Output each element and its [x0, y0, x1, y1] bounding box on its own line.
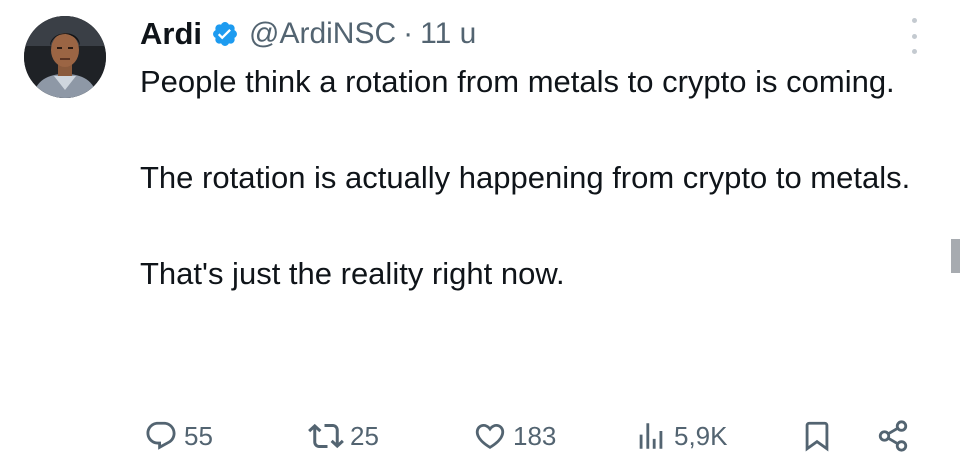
author-handle[interactable]: @ArdiNSC [249, 17, 396, 51]
author-display-name[interactable]: Ardi [140, 16, 202, 52]
tweet-paragraph: People think a rotation from metals to c… [140, 64, 895, 99]
more-options-icon[interactable] [904, 18, 924, 54]
tweet-text: People think a rotation from metals to c… [140, 58, 930, 298]
tweet-timestamp[interactable]: 11 u [420, 17, 476, 51]
author-avatar[interactable] [24, 16, 106, 98]
share-icon [878, 420, 908, 452]
views-count: 5,9K [674, 420, 728, 451]
tweet-card[interactable]: Ardi @ArdiNSC · 11 u People think a rota… [0, 0, 960, 475]
like-count: 183 [513, 420, 557, 451]
retweet-count: 25 [350, 420, 379, 451]
reply-button[interactable]: 55 [144, 414, 213, 458]
like-button[interactable]: 183 [473, 414, 556, 458]
tweet-actions-bar: 55 25 183 5,9K [140, 414, 920, 458]
more-dot [911, 33, 917, 39]
reply-count: 55 [184, 420, 213, 451]
tweet-header: Ardi @ArdiNSC · 11 u [140, 14, 476, 54]
bookmark-icon [805, 421, 829, 452]
more-dot [911, 49, 917, 54]
verified-badge-icon[interactable] [211, 20, 239, 48]
reply-icon [146, 421, 176, 450]
heart-icon [475, 423, 505, 449]
views-button[interactable]: 5,9K [634, 414, 728, 458]
header-separator: · [403, 17, 414, 50]
scrollbar-thumb[interactable] [951, 239, 960, 273]
tweet-paragraph: That's just the reality right now. [140, 256, 565, 291]
tweet-paragraph: The rotation is actually happening from … [140, 160, 911, 195]
retweet-icon [308, 423, 344, 449]
avatar-image [24, 16, 106, 98]
more-dot [911, 18, 917, 23]
retweet-button[interactable]: 25 [308, 414, 379, 458]
share-button[interactable] [876, 414, 910, 458]
bookmark-button[interactable] [800, 414, 834, 458]
views-icon [639, 423, 663, 449]
